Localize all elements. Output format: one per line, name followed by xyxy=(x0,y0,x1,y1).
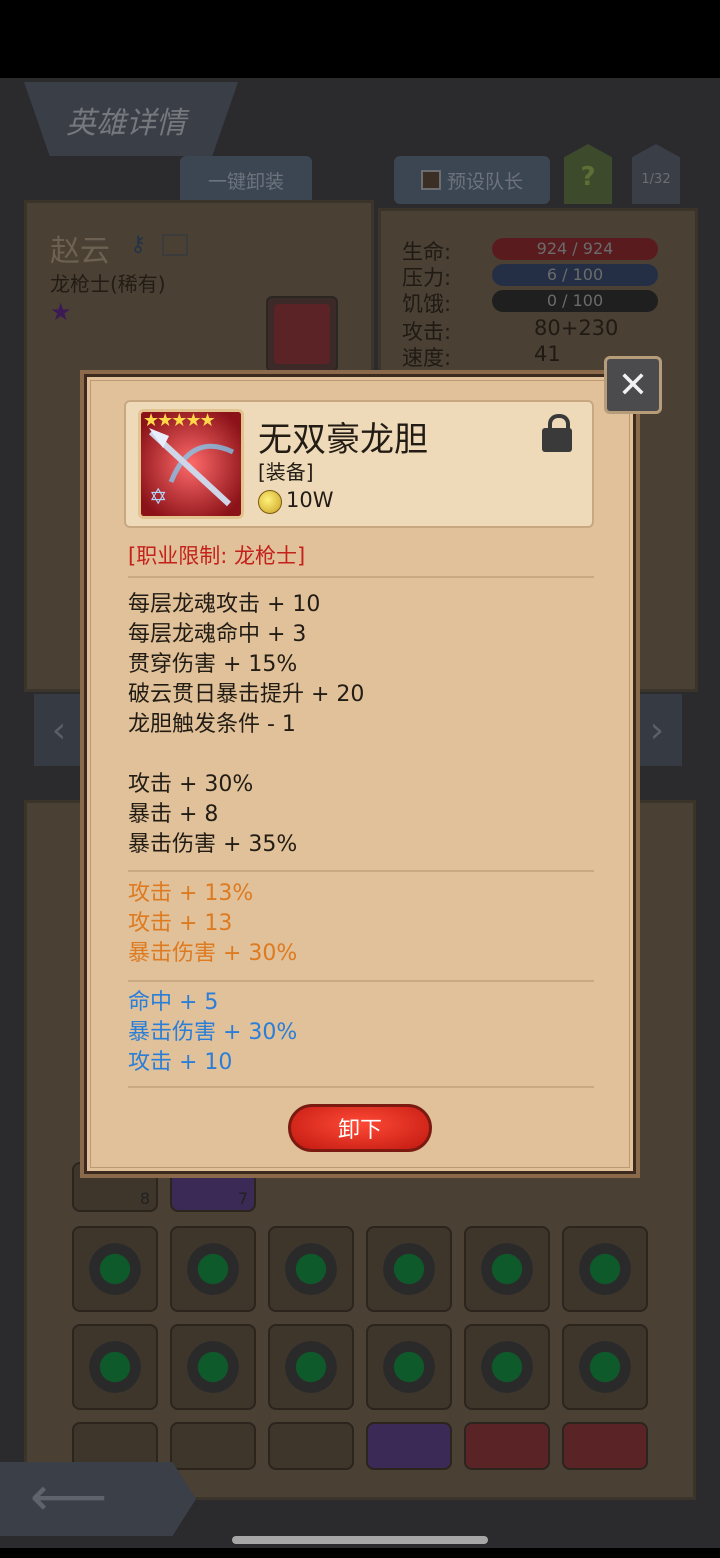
inventory-slot[interactable] xyxy=(366,1324,452,1410)
item-name: 无双豪龙胆 xyxy=(258,420,428,460)
attr-line: 攻击 + 30% xyxy=(128,772,254,797)
green-gem-icon xyxy=(187,1341,239,1393)
stat-hunger-label: 饥饿: xyxy=(402,292,452,316)
stat-hp-bar: 924 / 924 xyxy=(492,238,658,260)
prev-hero-button[interactable]: ‹ xyxy=(34,694,84,766)
inventory-slot[interactable] xyxy=(464,1324,550,1410)
stat-attack-value: 80+230 xyxy=(534,316,619,340)
inventory-slot[interactable] xyxy=(170,1324,256,1410)
weapon-slot-icon xyxy=(274,304,330,364)
divider xyxy=(128,1086,594,1088)
attr-line: 暴击伤害 + 30% xyxy=(128,941,298,966)
page-number: 1/32 xyxy=(641,171,671,187)
close-icon: ✕ xyxy=(617,364,649,406)
inventory-slot[interactable] xyxy=(268,1324,354,1410)
screen-title: 英雄详情 xyxy=(66,106,186,141)
close-button[interactable]: ✕ xyxy=(604,356,662,414)
home-indicator xyxy=(232,1536,488,1544)
lock-body xyxy=(542,428,572,452)
base-stats-block: 攻击 + 30% 暴击 + 8 暴击伤害 + 35% xyxy=(128,770,297,860)
green-gem-icon xyxy=(89,1341,141,1393)
green-gem-icon xyxy=(481,1243,533,1295)
attr-line: 暴击伤害 + 35% xyxy=(128,832,298,857)
preset-captain-label: 预设队长 xyxy=(446,170,523,193)
green-gem-icon xyxy=(579,1243,631,1295)
inventory-slot[interactable] xyxy=(72,1226,158,1312)
back-arrow-icon: ⟵ xyxy=(30,1465,108,1528)
hexagram-icon: ✡ xyxy=(149,485,168,510)
blue-stats-block: 命中 + 5 暴击伤害 + 30% 攻击 + 10 xyxy=(128,988,297,1078)
rarity-star-icon: ★ xyxy=(50,298,72,326)
green-gem-icon xyxy=(579,1341,631,1393)
divider xyxy=(128,576,594,578)
inventory-slot[interactable] xyxy=(562,1226,648,1312)
green-gem-icon xyxy=(285,1341,337,1393)
green-gem-icon xyxy=(383,1243,435,1295)
item-price: 10W xyxy=(286,488,334,512)
attr-line: 攻击 + 13 xyxy=(128,911,233,936)
unique-effects-block: 每层龙魂攻击 + 10 每层龙魂命中 + 3 贯穿伤害 + 15% 破云贯日暴击… xyxy=(128,590,364,740)
inventory-slot[interactable] xyxy=(268,1422,354,1470)
item-type: [装备] xyxy=(258,460,314,484)
hero-class: 龙枪士(稀有) xyxy=(50,272,166,296)
slot-count: 8 xyxy=(139,1189,150,1208)
green-gem-icon xyxy=(481,1341,533,1393)
class-restriction: [职业限制: 龙枪士] xyxy=(128,544,306,568)
attr-line: 暴击伤害 + 30% xyxy=(128,1020,298,1045)
inventory-slot[interactable] xyxy=(268,1226,354,1312)
green-gem-icon xyxy=(285,1243,337,1295)
preset-captain-checkbox[interactable] xyxy=(420,170,441,190)
inventory-slot[interactable] xyxy=(170,1226,256,1312)
green-gem-icon xyxy=(187,1243,239,1295)
stat-stress-bar: 6 / 100 xyxy=(492,264,658,286)
stat-speed-value: 41 xyxy=(534,342,561,366)
attr-line: 攻击 + 10 xyxy=(128,1050,233,1075)
stat-speed-label: 速度: xyxy=(402,346,452,370)
inventory-slot[interactable] xyxy=(366,1422,452,1470)
unequip-button[interactable]: 卸下 xyxy=(288,1104,432,1152)
attr-line: 每层龙魂命中 + 3 xyxy=(128,622,307,647)
orange-stats-block: 攻击 + 13% 攻击 + 13 暴击伤害 + 30% xyxy=(128,879,297,969)
attr-line: 命中 + 5 xyxy=(128,990,219,1015)
spear-icon: ★★★★★ ✡ xyxy=(138,409,244,519)
attr-line: 攻击 + 13% xyxy=(128,881,254,906)
inventory-slot[interactable] xyxy=(170,1422,256,1470)
back-button[interactable]: ⟵ xyxy=(0,1462,196,1536)
divider xyxy=(128,870,594,872)
hero-name: 赵云 xyxy=(50,234,110,269)
attr-line: 龙胆触发条件 - 1 xyxy=(128,712,296,737)
green-gem-icon xyxy=(89,1243,141,1295)
attr-line: 暴击 + 8 xyxy=(128,802,219,827)
inventory-slot[interactable] xyxy=(464,1226,550,1312)
inventory-slot[interactable] xyxy=(72,1324,158,1410)
attr-line: 破云贯日暴击提升 + 20 xyxy=(128,682,365,707)
stat-hunger-bar: 0 / 100 xyxy=(492,290,658,312)
inventory-slot[interactable] xyxy=(562,1422,648,1470)
green-gem-icon xyxy=(383,1341,435,1393)
inventory-slot[interactable] xyxy=(562,1324,648,1410)
unequip-label: 卸下 xyxy=(337,1118,382,1143)
arrow-left-icon: ‹ xyxy=(51,709,67,751)
unequip-all-label: 一键卸装 xyxy=(207,170,284,193)
preset-captain-button[interactable]: 预设队长 xyxy=(394,156,550,204)
arrow-right-icon: › xyxy=(649,709,665,751)
coin-icon xyxy=(258,490,282,514)
edit-icon[interactable] xyxy=(162,234,188,256)
divider xyxy=(128,980,594,982)
inventory-slot[interactable] xyxy=(366,1226,452,1312)
lock-icon[interactable] xyxy=(542,414,572,452)
key-icon[interactable]: ⚷ xyxy=(130,232,146,257)
rarity-stars: ★★★★★ xyxy=(143,410,216,431)
help-icon: ? xyxy=(580,162,596,192)
unequip-all-button[interactable]: 一键卸装 xyxy=(180,156,312,204)
slot-count: 7 xyxy=(237,1189,248,1208)
attr-line: 每层龙魂攻击 + 10 xyxy=(128,592,321,617)
inventory-slot[interactable] xyxy=(464,1422,550,1470)
attr-line: 贯穿伤害 + 15% xyxy=(128,652,298,677)
weapon-slot[interactable] xyxy=(266,296,338,372)
